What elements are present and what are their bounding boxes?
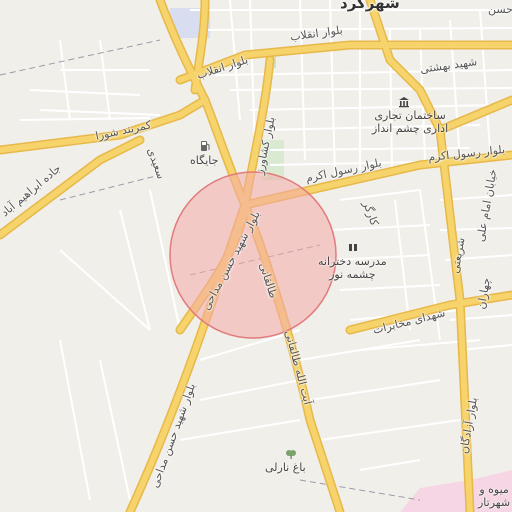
poi-tejari-building[interactable]: ساختمان تجاری اداری چشم انداز bbox=[372, 109, 448, 135]
fuel-icon[interactable] bbox=[200, 140, 210, 152]
poi-fruit-market[interactable]: میوه و شهرتار bbox=[478, 483, 510, 509]
poi-school[interactable]: مدرسه دخترانه چشمه نور bbox=[318, 255, 387, 281]
city-label: شهرکرد bbox=[340, 0, 400, 12]
bank-icon[interactable] bbox=[398, 96, 410, 108]
road-label-hosein: حسن bbox=[488, 3, 512, 16]
school-icon[interactable] bbox=[348, 242, 358, 252]
map-view[interactable]: شهرکرد حسن بلوار انقلاب بلوار انقلاب شهی… bbox=[0, 0, 512, 512]
map-canvas[interactable] bbox=[0, 0, 512, 512]
poi-bagh-narli[interactable]: باغ نارلی bbox=[265, 461, 306, 475]
park-icon[interactable] bbox=[285, 448, 297, 460]
highlight-circle bbox=[169, 171, 337, 339]
poi-gas-station[interactable]: جایگاه bbox=[190, 154, 218, 168]
